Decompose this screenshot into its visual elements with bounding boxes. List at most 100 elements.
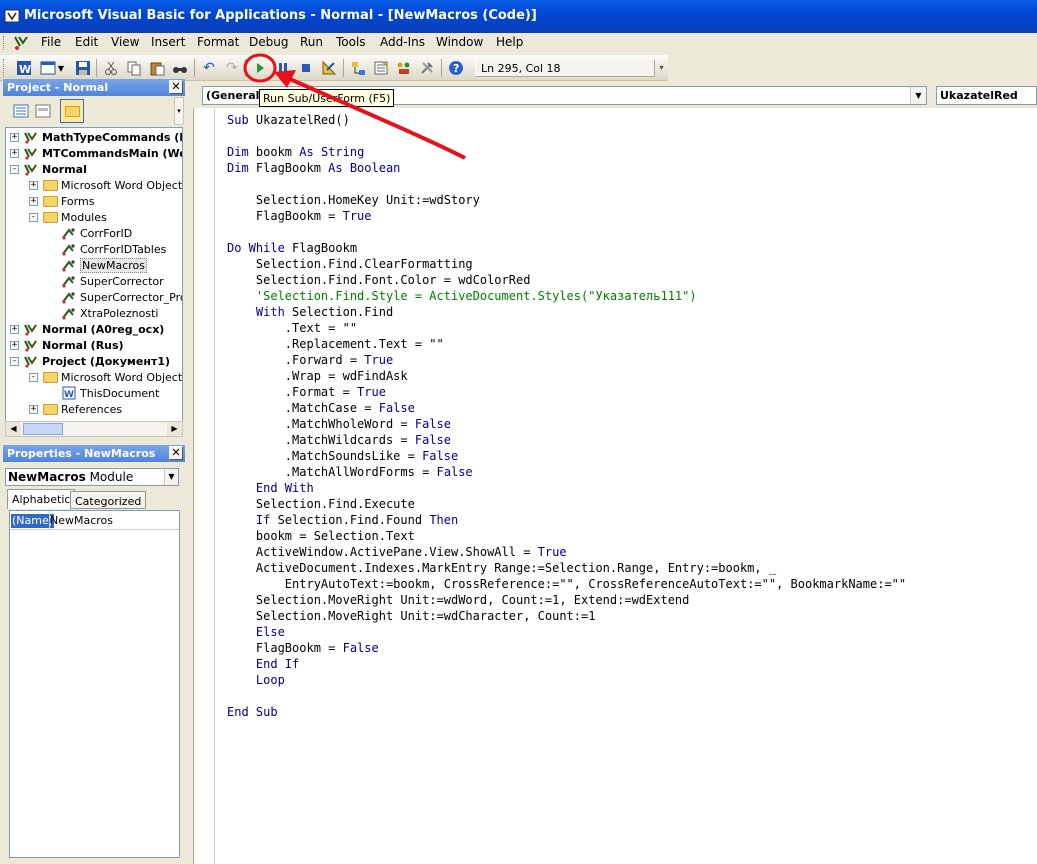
insert-dropdown-icon[interactable]: ▼ — [56, 58, 66, 78]
procedure-combo[interactable]: UkazatelRed — [936, 86, 1037, 105]
toolbar-options-icon[interactable]: ▾ — [657, 59, 666, 77]
code-line: ActiveDocument.Indexes.MarkEntry Range:=… — [227, 561, 777, 575]
collapse-icon[interactable]: - — [29, 372, 38, 382]
view-code-icon[interactable] — [11, 101, 31, 121]
tree-item[interactable]: + MTCommandsMain (Wor — [10, 145, 183, 161]
tree-item-label: Microsoft Word Objects — [61, 370, 183, 384]
tree-item[interactable]: + Forms — [29, 193, 94, 209]
tree-item[interactable]: SuperCorrector — [48, 273, 164, 289]
object-type: Module — [89, 470, 134, 484]
tree-item[interactable]: W ThisDocument — [48, 385, 159, 401]
close-project-icon[interactable]: ✕ — [169, 80, 183, 94]
vba-menu-icon[interactable] — [12, 34, 30, 51]
code-editor[interactable]: Sub UkazatelRed() Dim bookm As String Dim … — [193, 108, 1037, 864]
tree-item[interactable]: - Microsoft Word Objects — [29, 369, 183, 385]
run-icon[interactable] — [250, 58, 270, 78]
code-line: .MatchWildcards = False — [227, 433, 451, 447]
project-hscroll[interactable]: ◀ ▶ — [5, 421, 183, 437]
copy-icon[interactable] — [124, 58, 144, 78]
word-icon[interactable]: W — [14, 58, 34, 78]
collapse-icon[interactable]: - — [10, 356, 19, 366]
paste-icon[interactable] — [147, 58, 167, 78]
code-line: Selection.HomeKey Unit:=wdStory — [227, 193, 480, 207]
collapse-icon[interactable]: - — [29, 212, 38, 222]
design-mode-icon[interactable] — [319, 58, 339, 78]
expand-icon[interactable]: + — [29, 180, 38, 190]
vba-project-icon — [23, 146, 39, 160]
scroll-right-icon[interactable]: ▶ — [167, 422, 182, 436]
tree-item[interactable]: - Project (Документ1) — [10, 353, 170, 369]
menu-debug[interactable]: Debug — [249, 35, 288, 49]
insert-userform-icon[interactable] — [38, 58, 58, 78]
tree-item[interactable]: + Normal (Rus) — [10, 337, 124, 353]
expand-icon[interactable]: + — [29, 404, 38, 414]
vba-project-icon — [23, 338, 39, 352]
tree-item[interactable]: - Modules — [29, 209, 107, 225]
collapse-icon[interactable]: - — [10, 164, 19, 174]
menu-grip[interactable] — [3, 36, 6, 50]
expand-icon[interactable]: + — [10, 148, 19, 158]
tree-item[interactable]: CorrForIDTables — [48, 241, 166, 257]
expand-icon[interactable]: + — [10, 132, 19, 142]
project-explorer-icon[interactable] — [348, 58, 368, 78]
tab-alphabetic[interactable]: Alphabetic — [7, 489, 76, 509]
title-bar[interactable]: Microsoft Visual Basic for Applications … — [0, 0, 1037, 33]
tree-item[interactable]: SuperCorrector_Proc — [48, 289, 182, 305]
menu-file[interactable]: File — [41, 35, 61, 49]
chevron-down-icon[interactable]: ▼ — [164, 469, 178, 485]
code-gutter[interactable] — [194, 108, 215, 864]
expand-icon[interactable]: + — [29, 196, 38, 206]
tree-item[interactable]: - Normal — [10, 161, 87, 177]
tree-item-label: MTCommandsMain (Wor — [42, 146, 183, 160]
tree-item[interactable]: + Microsoft Word Objects — [29, 177, 182, 193]
tree-item[interactable]: + References — [29, 401, 122, 417]
menu-window[interactable]: Window — [436, 35, 483, 49]
menu-help[interactable]: Help — [496, 35, 523, 49]
menu-add-ins[interactable]: Add-Ins — [380, 35, 425, 49]
menu-view[interactable]: View — [111, 35, 139, 49]
tree-item[interactable]: + Normal (A0reg_осx) — [10, 321, 164, 337]
properties-title-text: Properties - NewMacros — [7, 447, 156, 460]
toggle-folders-icon[interactable] — [60, 99, 84, 123]
prop-value-cell[interactable]: NewMacros — [50, 514, 113, 527]
expand-icon[interactable]: + — [10, 324, 19, 334]
expand-icon[interactable]: + — [10, 340, 19, 350]
reset-icon[interactable] — [296, 58, 316, 78]
find-icon[interactable] — [170, 58, 190, 78]
scroll-thumb[interactable] — [23, 423, 63, 435]
chevron-down-icon[interactable]: ▼ — [910, 87, 926, 104]
menu-tools[interactable]: Tools — [336, 35, 366, 49]
menu-format[interactable]: Format — [197, 35, 239, 49]
menu-run[interactable]: Run — [300, 35, 323, 49]
tab-categorized[interactable]: Categorized — [70, 491, 147, 509]
tree-item[interactable]: + MathTypeCommands (M — [10, 129, 182, 145]
toolbar-grip[interactable] — [3, 59, 6, 77]
scroll-left-icon[interactable]: ◀ — [6, 422, 21, 436]
tree-item-label: CorrForID — [80, 226, 133, 240]
help-icon[interactable]: ? — [446, 58, 466, 78]
prop-name-cell[interactable]: (Name) — [11, 514, 55, 528]
svg-text:W: W — [19, 63, 31, 76]
undo-icon[interactable]: ↶ — [199, 58, 219, 78]
close-properties-icon[interactable]: ✕ — [169, 446, 183, 460]
menu-insert[interactable]: Insert — [151, 35, 185, 49]
redo-icon[interactable]: ↷ — [222, 58, 242, 78]
toolbox-icon[interactable] — [417, 58, 437, 78]
break-icon[interactable] — [273, 58, 293, 78]
object-browser-icon[interactable] — [394, 58, 414, 78]
tree-item[interactable]: CorrForID — [48, 225, 132, 241]
properties-grid: (Name) NewMacros — [9, 510, 180, 858]
code-line: .Text = "" — [227, 321, 358, 335]
cut-icon[interactable] — [101, 58, 121, 78]
code-line: Do While FlagBookm — [227, 241, 358, 255]
tree-item[interactable]: NewMacros — [48, 257, 148, 273]
code-line: Selection.Find.Font.Color = wdColorRed — [227, 273, 531, 287]
tree-item[interactable]: XtraPoleznosti — [48, 305, 158, 321]
view-object-icon[interactable] — [33, 101, 53, 121]
properties-icon[interactable] — [371, 58, 391, 78]
object-selector[interactable]: NewMacros Module ▼ — [5, 468, 179, 486]
run-tooltip: Run Sub/UserForm (F5) — [259, 89, 395, 107]
project-toolbar-scroll[interactable]: ▾ — [174, 97, 184, 125]
menu-edit[interactable]: Edit — [75, 35, 98, 49]
save-icon[interactable] — [73, 58, 93, 78]
